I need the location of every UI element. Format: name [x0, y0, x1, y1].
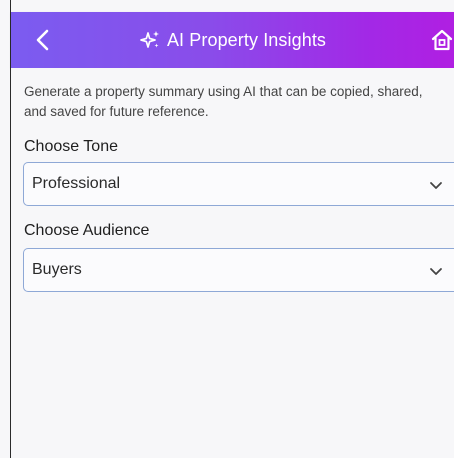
chevron-down-icon: [430, 182, 442, 189]
tone-label: Choose Tone: [24, 138, 118, 155]
tone-select[interactable]: Professional: [23, 162, 454, 206]
sparkles-icon: [140, 31, 159, 48]
audience-label: Choose Audience: [24, 222, 150, 239]
chevron-down-icon: [430, 268, 442, 275]
audience-select[interactable]: Buyers: [23, 248, 454, 292]
home-button[interactable]: [430, 26, 454, 54]
main-content: Generate a property summary using AI tha…: [11, 68, 454, 458]
page-title: AI Property Insights: [166, 29, 327, 50]
app-header: AI Property Insights: [11, 12, 454, 68]
tone-select-value: Professional: [32, 175, 121, 192]
description-text: Generate a property summary using AI tha…: [24, 84, 423, 119]
audience-select-value: Buyers: [32, 261, 82, 278]
app-screen: AI Property Insights Generate a property…: [0, 0, 454, 458]
header-title-group: AI Property Insights: [11, 12, 454, 68]
home-icon: [431, 29, 453, 51]
